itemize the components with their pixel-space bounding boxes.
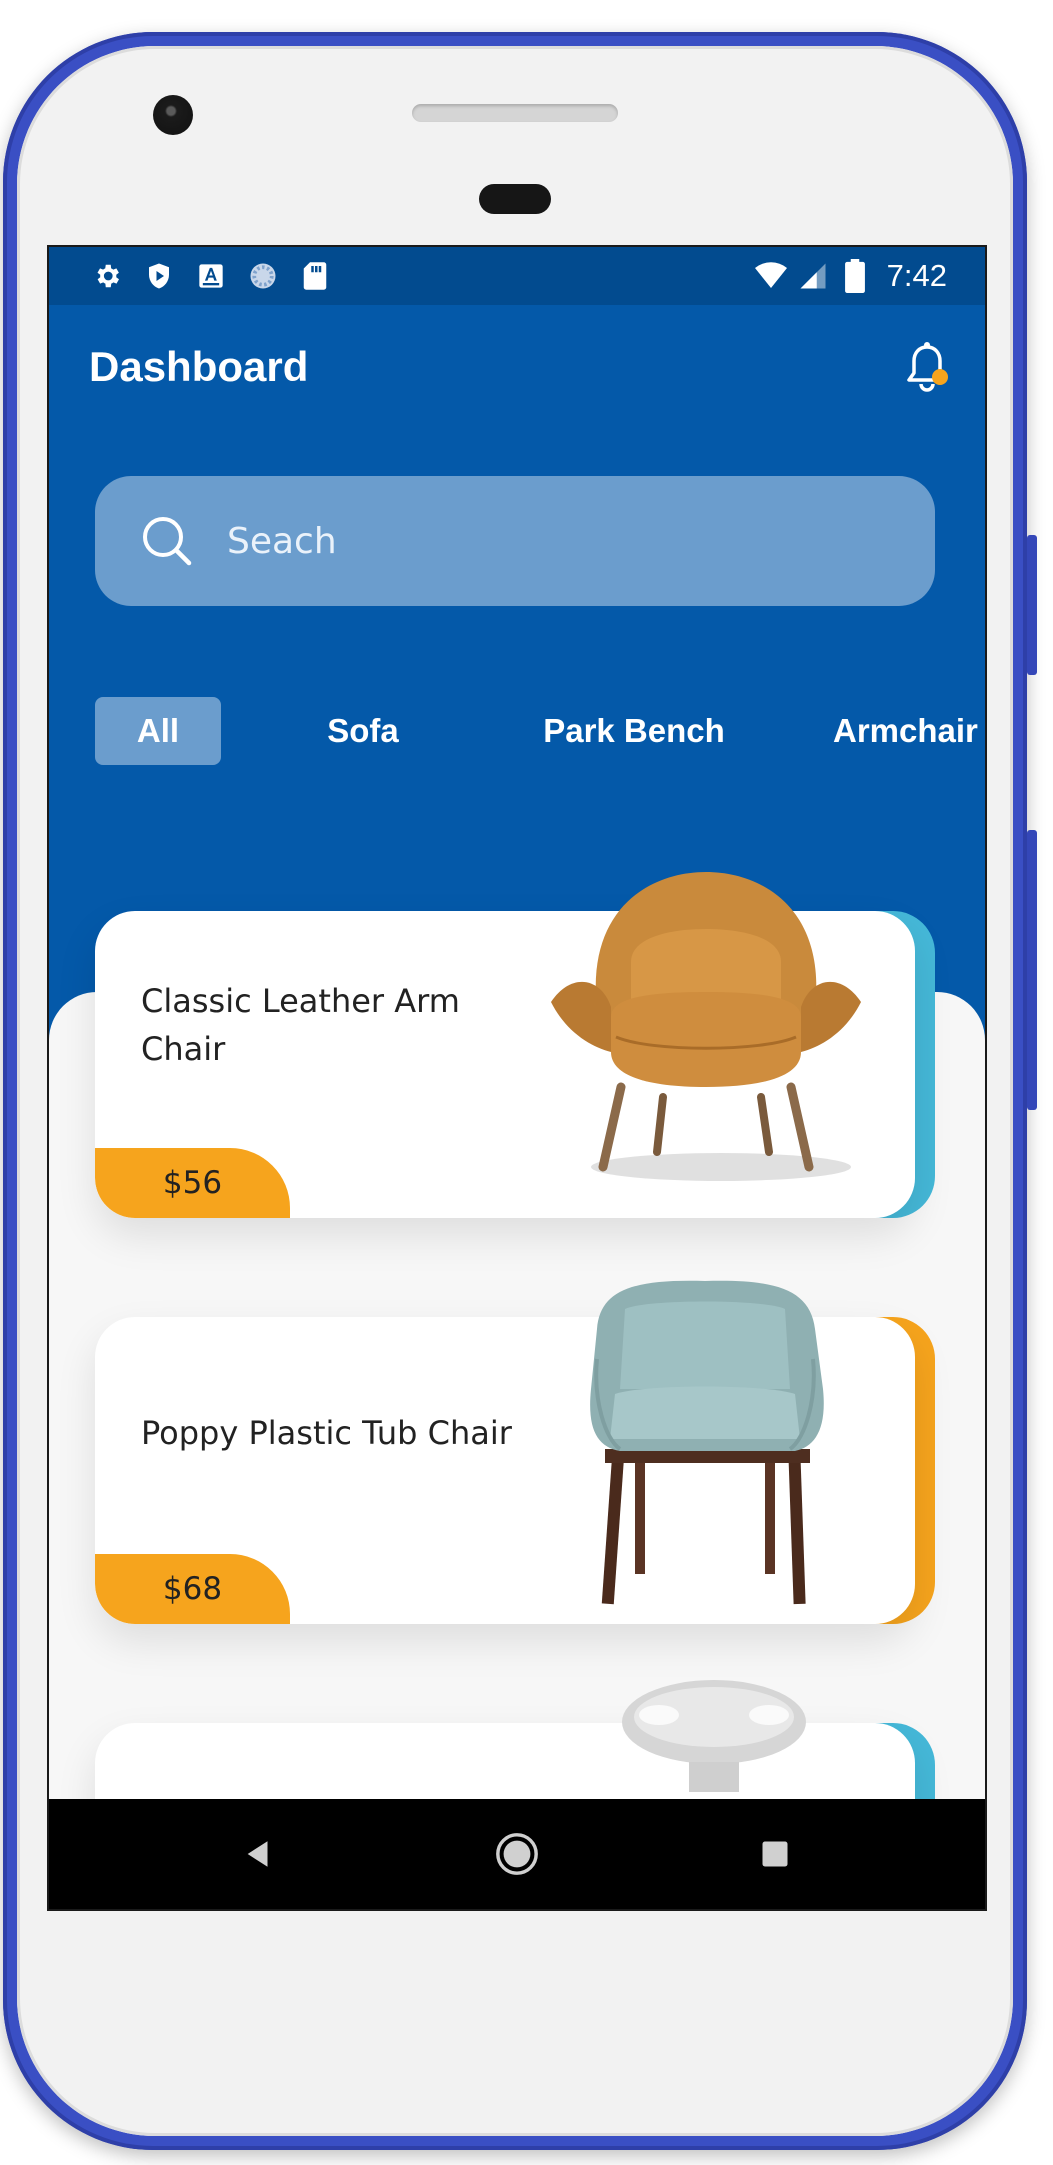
wifi-icon <box>754 260 787 292</box>
home-button[interactable] <box>477 1799 557 1909</box>
product-title: Classic Leather Arm Chair <box>141 982 460 1068</box>
phone-speaker <box>412 104 618 122</box>
sd-card-icon <box>299 260 331 292</box>
gear-icon <box>91 260 123 292</box>
home-icon <box>496 1833 538 1875</box>
tab-sofa[interactable]: Sofa <box>296 697 430 765</box>
status-bar: 7:42 <box>49 247 985 305</box>
back-icon <box>247 1841 268 1867</box>
chair-image <box>590 1280 824 1605</box>
recents-button[interactable] <box>735 1799 815 1909</box>
price-tag: $56 <box>95 1148 290 1218</box>
price-tag: $68 <box>95 1554 290 1624</box>
a-box-icon <box>195 260 227 292</box>
tab-all[interactable]: All <box>95 697 221 765</box>
search-icon <box>143 517 192 566</box>
signal-icon <box>797 260 829 292</box>
chair-image <box>551 872 861 1181</box>
spinner-icon <box>247 260 279 292</box>
shield-play-icon <box>143 260 175 292</box>
navigation-bar <box>49 1799 985 1909</box>
tab-armchair[interactable]: Armchair <box>833 697 985 765</box>
status-time: 7:42 <box>886 258 947 293</box>
chair-image <box>622 1680 806 1792</box>
product-card[interactable]: Poppy Plastic Tub Chair $68 <box>95 1280 935 1624</box>
page-title: Dashboard <box>89 343 309 390</box>
notification-button[interactable] <box>903 341 955 397</box>
search-bar[interactable] <box>95 476 935 606</box>
back-button[interactable] <box>219 1799 299 1909</box>
front-camera <box>153 95 193 135</box>
bell-icon <box>907 342 948 392</box>
product-title: Poppy Plastic Tub Chair <box>141 1414 512 1452</box>
product-card[interactable]: Classic Leather Arm Chair $56 <box>95 872 935 1218</box>
tab-park-bench[interactable]: Park Bench <box>509 697 759 765</box>
phone-earpiece <box>479 184 551 214</box>
category-tabs: All Sofa Park Bench Armchair <box>49 697 985 767</box>
battery-icon <box>839 259 871 293</box>
recents-icon <box>762 1841 788 1867</box>
search-input[interactable] <box>225 519 829 563</box>
phone-power-button <box>1027 830 1037 1110</box>
app-screen: 7:42 Dashboard All Sofa Park Bench Armch… <box>47 245 987 1911</box>
phone-volume-button <box>1027 535 1037 675</box>
